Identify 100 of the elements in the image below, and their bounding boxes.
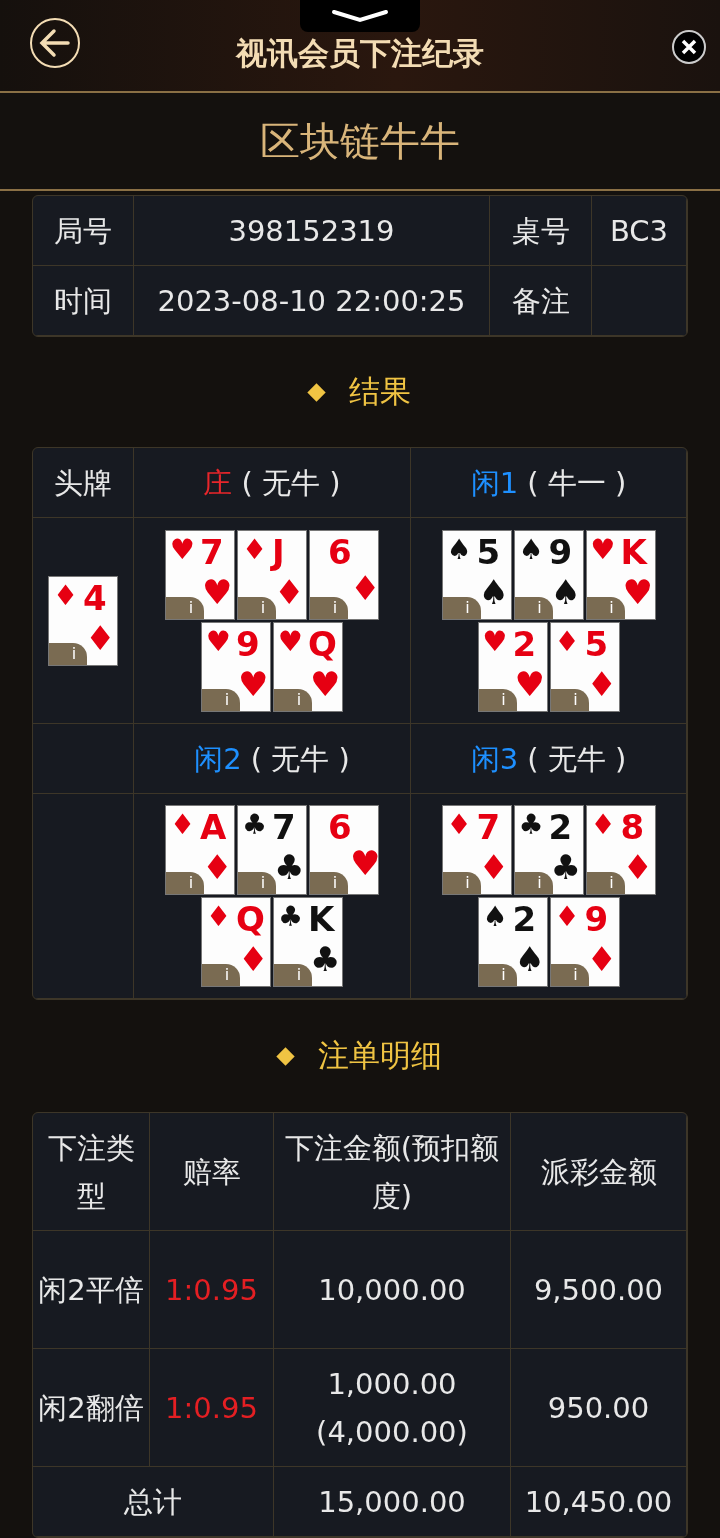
info-tab[interactable]: i [202, 964, 240, 986]
card-rank: 9 [584, 898, 609, 940]
hand-name: 闲1 [470, 464, 519, 502]
suit-symbol: ♥ [206, 627, 232, 656]
info-tab[interactable]: i [202, 688, 240, 711]
info-tab[interactable]: i [514, 596, 553, 619]
card-rank: Q [236, 898, 265, 940]
table-cell: 15,000.00 [274, 1467, 511, 1537]
back-button[interactable] [30, 18, 80, 68]
table-cell: 950.00 [511, 1349, 687, 1467]
suit-symbol: ♦ [238, 942, 269, 976]
suit-symbol: ♠ [446, 535, 472, 564]
suit-symbol: ♣ [242, 811, 268, 839]
info-tab[interactable]: i [274, 964, 312, 986]
info-tab[interactable]: i [238, 596, 276, 619]
suit-symbol: ♦ [586, 942, 617, 976]
card-rank: 2 [548, 806, 573, 848]
info-tab[interactable]: i [274, 688, 312, 711]
chevron-down-icon [330, 8, 390, 24]
suit-symbol: ♠ [550, 574, 581, 609]
suit-symbol: ♦ [170, 811, 196, 839]
card-rank: 8 [620, 806, 645, 848]
card-rank: 6 [328, 806, 352, 848]
info-tab[interactable]: i [550, 964, 589, 986]
game-title: 区块链牛牛 [0, 93, 720, 191]
close-button[interactable] [672, 30, 706, 64]
suit-symbol: ♦ [554, 627, 580, 656]
card-rank: 5 [476, 530, 501, 573]
suit-symbol: ♥ [622, 574, 653, 609]
suit-symbol: ♠ [518, 535, 544, 564]
info-tab[interactable]: i [442, 872, 481, 894]
table-cell: 9,500.00 [511, 1231, 687, 1349]
hand-result: ( 无牛 ) [241, 464, 341, 502]
pull-down-handle[interactable] [300, 0, 420, 32]
column-header: 下注类型 [33, 1113, 150, 1231]
card-rank: 9 [548, 530, 573, 573]
table-cell: 闲2平倍 [33, 1231, 150, 1349]
suit-symbol: ♦ [586, 666, 617, 701]
card-rank: K [308, 898, 335, 940]
info-tab[interactable]: i [310, 872, 348, 894]
card-rank: A [200, 806, 227, 848]
table-cell: 1:0.95 [150, 1349, 274, 1467]
hand-result: ( 牛一 ) [527, 464, 627, 502]
suit-symbol: ♣ [278, 903, 304, 931]
suit-symbol: ♦ [242, 535, 268, 564]
card-rank: 2 [512, 622, 537, 665]
card-rank: 6 [328, 530, 352, 573]
info-tab[interactable]: i [514, 872, 553, 894]
suit-symbol: ♥ [350, 846, 378, 880]
card-rank: 5 [584, 622, 609, 665]
suit-symbol: ♥ [310, 666, 341, 701]
table-cell: 桌号 [490, 196, 592, 266]
info-tab[interactable]: i [442, 596, 481, 619]
suit-symbol: ♥ [238, 666, 269, 701]
info-tab[interactable]: i [166, 596, 204, 619]
table-cell: BC3 [592, 196, 687, 266]
card-rank: 7 [476, 806, 501, 848]
table-cell: 1,000.00 (4,000.00) [274, 1349, 511, 1467]
suit-symbol: ♦ [53, 581, 79, 610]
back-arrow-icon [38, 28, 72, 58]
suit-symbol: ♦ [478, 850, 509, 884]
suit-symbol: ♣ [518, 811, 544, 839]
suit-symbol: ♦ [85, 620, 116, 655]
suit-symbol: ♣ [550, 850, 581, 884]
hand-name: 闲2 [194, 740, 242, 778]
suit-symbol: ♦ [622, 850, 653, 884]
suit-symbol: ♦ [446, 811, 472, 839]
close-icon [681, 39, 697, 55]
suit-symbol: ♥ [202, 574, 233, 609]
info-tab[interactable]: i [586, 596, 625, 619]
column-header: 赔率 [150, 1113, 274, 1231]
hand-name: 庄 [203, 464, 233, 502]
info-tab[interactable]: i [238, 872, 276, 894]
info-tab[interactable]: i [550, 688, 589, 711]
info-tab[interactable]: i [586, 872, 625, 894]
suit-symbol: ♦ [590, 811, 616, 839]
suit-symbol: ♣ [274, 850, 305, 884]
suit-symbol: ♦ [274, 574, 305, 609]
table-cell: 备注 [490, 266, 592, 336]
info-tab[interactable]: i [478, 688, 517, 711]
card-rank: 7 [272, 806, 296, 848]
column-header: 下注金额(预扣额度) [274, 1113, 511, 1231]
table-cell: 时间 [33, 266, 134, 336]
hand-result: ( 无牛 ) [527, 740, 627, 778]
suit-symbol: ♠ [514, 942, 545, 976]
table-cell: 1:0.95 [150, 1231, 274, 1349]
suit-symbol: ♥ [278, 627, 304, 656]
info-tab[interactable]: i [166, 872, 204, 894]
table-cell: 398152319 [134, 196, 490, 266]
table-cell: 2023-08-10 22:00:25 [134, 266, 490, 336]
suit-symbol: ♥ [170, 535, 196, 564]
info-tab[interactable]: i [310, 596, 348, 619]
info-tab[interactable]: i [478, 964, 517, 986]
card-rank: 4 [83, 576, 107, 619]
info-tab[interactable]: i [49, 642, 87, 665]
card-rank: 2 [512, 898, 537, 940]
card-rank: Q [308, 622, 337, 665]
card-rank: 7 [200, 530, 224, 573]
suit-symbol: ♦ [206, 903, 232, 931]
table-cell: 总计 [33, 1467, 274, 1537]
